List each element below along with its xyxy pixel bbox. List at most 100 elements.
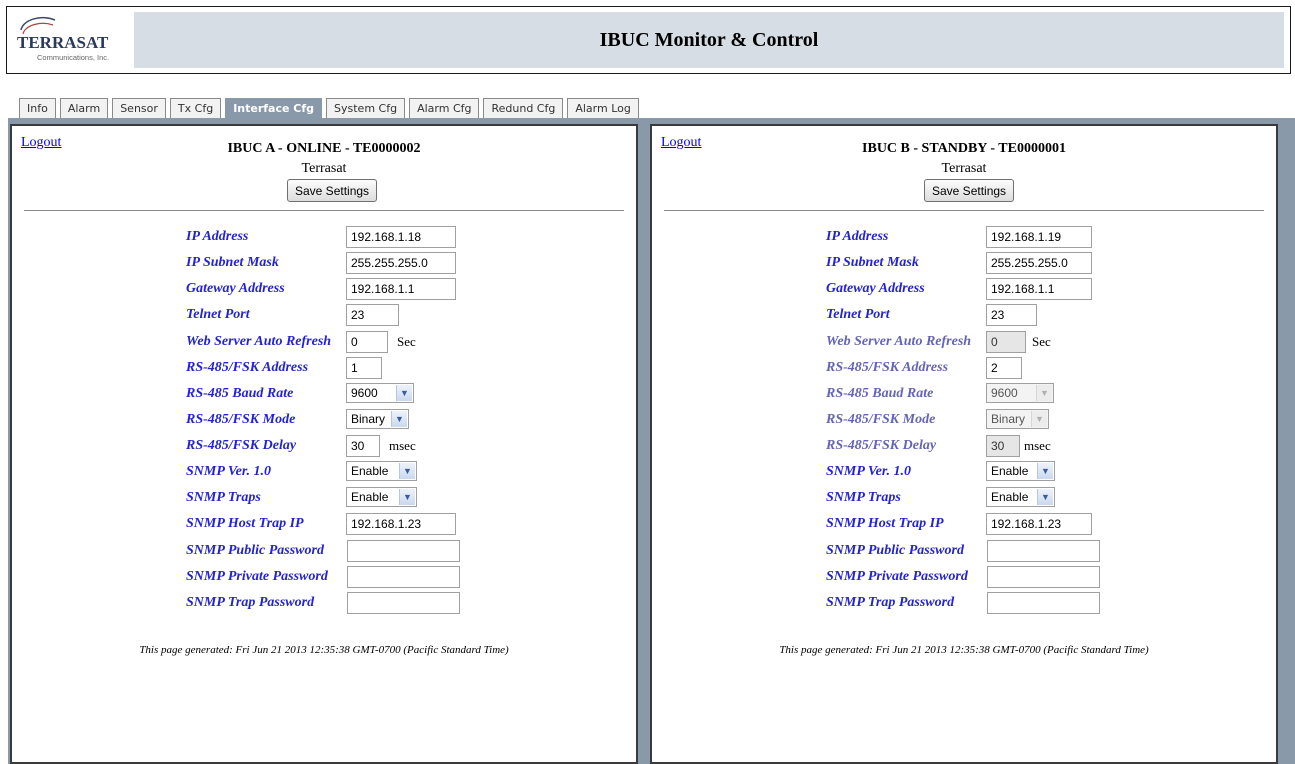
page-generated-note: This page generated: Fri Jun 21 2013 12:… bbox=[779, 644, 1149, 656]
rs485-mode-value: Binary bbox=[991, 412, 1026, 426]
tab-alarm-cfg[interactable]: Alarm Cfg bbox=[409, 98, 480, 118]
snmp-trap-password-label: SNMP Trap Password bbox=[826, 595, 955, 610]
row-subnet-mask: IP Subnet Mask 255.255.255.0 bbox=[826, 252, 1126, 276]
tab-bar: Info Alarm Sensor Tx Cfg Interface Cfg S… bbox=[19, 98, 643, 119]
rs485-baud-value: 9600 bbox=[351, 386, 378, 400]
row-snmp-trap-password: SNMP Trap Password bbox=[826, 592, 1126, 616]
gateway-field[interactable]: 192.168.1.1 bbox=[986, 278, 1092, 300]
row-snmp-ver: SNMP Ver. 1.0 Enable ▼ bbox=[826, 461, 1126, 485]
tab-interface-cfg[interactable]: Interface Cfg bbox=[225, 98, 323, 118]
tab-alarm[interactable]: Alarm bbox=[59, 98, 109, 118]
rs485-address-label: RS-485/FSK Address bbox=[186, 360, 309, 375]
rs485-address-field[interactable]: 1 bbox=[346, 357, 382, 379]
row-snmp-public: SNMP Public Password bbox=[826, 540, 1126, 564]
snmp-traps-label: SNMP Traps bbox=[186, 490, 261, 505]
row-snmp-host: SNMP Host Trap IP 192.168.1.23 bbox=[826, 513, 1126, 537]
telnet-port-label: Telnet Port bbox=[186, 307, 250, 322]
auto-refresh-field[interactable]: 0 bbox=[346, 331, 388, 353]
app-header: TERRASAT Communications, Inc. IBUC Monit… bbox=[6, 6, 1291, 74]
tab-alarm-log[interactable]: Alarm Log bbox=[567, 98, 639, 118]
row-rs485-delay: RS-485/FSK Delay 30 msec bbox=[826, 435, 1126, 459]
snmp-ver-label: SNMP Ver. 1.0 bbox=[186, 464, 272, 479]
rs485-delay-field: 30 bbox=[986, 435, 1020, 457]
telnet-port-field[interactable]: 23 bbox=[346, 304, 399, 326]
row-rs485-delay: RS-485/FSK Delay 30 msec bbox=[186, 435, 486, 459]
rs485-mode-label: RS-485/FSK Mode bbox=[826, 412, 936, 427]
row-auto-refresh: Web Server Auto Refresh 0 Sec bbox=[186, 331, 486, 355]
terrasat-logo-mark: TERRASAT Communications, Inc. bbox=[17, 16, 109, 62]
snmp-public-label: SNMP Public Password bbox=[826, 543, 964, 558]
snmp-private-field[interactable] bbox=[347, 566, 460, 588]
rs485-baud-select: 9600 ▼ bbox=[986, 383, 1054, 403]
snmp-host-field[interactable]: 192.168.1.23 bbox=[986, 513, 1092, 535]
panel-subtitle: Terrasat bbox=[301, 161, 347, 176]
chevron-down-icon: ▼ bbox=[399, 463, 415, 479]
subnet-mask-field[interactable]: 255.255.255.0 bbox=[986, 252, 1092, 274]
chevron-down-icon: ▼ bbox=[391, 411, 407, 427]
rs485-baud-label: RS-485 Baud Rate bbox=[186, 386, 294, 401]
row-rs485-mode: RS-485/FSK Mode Binary ▼ bbox=[186, 409, 486, 433]
rs485-baud-label: RS-485 Baud Rate bbox=[826, 386, 934, 401]
telnet-port-label: Telnet Port bbox=[826, 307, 890, 322]
svg-text:TERRASAT: TERRASAT bbox=[17, 33, 109, 52]
gateway-field[interactable]: 192.168.1.1 bbox=[346, 278, 456, 300]
row-gateway: Gateway Address 192.168.1.1 bbox=[186, 278, 486, 302]
page-title: IBUC Monitor & Control bbox=[599, 28, 819, 51]
row-ip-address: IP Address 192.168.1.19 bbox=[826, 226, 1126, 250]
subnet-mask-field[interactable]: 255.255.255.0 bbox=[346, 252, 456, 274]
snmp-trap-password-field[interactable] bbox=[987, 592, 1100, 614]
rs485-delay-unit: msec bbox=[389, 438, 416, 453]
rs485-mode-value: Binary bbox=[351, 412, 386, 426]
gateway-label: Gateway Address bbox=[186, 281, 285, 296]
panel-ibuc-b: Logout IBUC B - STANDBY - TE0000001 Terr… bbox=[650, 124, 1278, 764]
snmp-private-field[interactable] bbox=[987, 566, 1100, 588]
snmp-public-field[interactable] bbox=[347, 540, 460, 562]
snmp-trap-password-label: SNMP Trap Password bbox=[186, 595, 315, 610]
ip-address-field[interactable]: 192.168.1.19 bbox=[986, 226, 1092, 248]
row-gateway: Gateway Address 192.168.1.1 bbox=[826, 278, 1126, 302]
panel-title: IBUC B - STANDBY - TE0000001 bbox=[862, 141, 1066, 156]
rs485-address-field[interactable]: 2 bbox=[986, 357, 1022, 379]
snmp-ver-value: Enable bbox=[991, 464, 1029, 478]
snmp-traps-select[interactable]: Enable ▼ bbox=[346, 487, 417, 507]
ip-address-field[interactable]: 192.168.1.18 bbox=[346, 226, 456, 248]
row-snmp-trap-password: SNMP Trap Password bbox=[186, 592, 486, 616]
svg-text:Communications, Inc.: Communications, Inc. bbox=[37, 53, 109, 62]
save-settings-button[interactable]: Save Settings bbox=[287, 179, 378, 202]
snmp-ver-select[interactable]: Enable ▼ bbox=[986, 461, 1055, 481]
ip-address-label: IP Address bbox=[826, 229, 889, 244]
tab-info[interactable]: Info bbox=[19, 98, 56, 118]
snmp-traps-label: SNMP Traps bbox=[826, 490, 901, 505]
row-auto-refresh: Web Server Auto Refresh 0 Sec bbox=[826, 331, 1126, 355]
snmp-ver-label: SNMP Ver. 1.0 bbox=[826, 464, 912, 479]
chevron-down-icon: ▼ bbox=[396, 385, 412, 401]
tab-tx-cfg[interactable]: Tx Cfg bbox=[169, 98, 222, 118]
rs485-mode-label: RS-485/FSK Mode bbox=[186, 412, 296, 427]
rs485-delay-field[interactable]: 30 bbox=[346, 435, 380, 457]
tab-sensor[interactable]: Sensor bbox=[112, 98, 166, 118]
snmp-traps-select[interactable]: Enable ▼ bbox=[986, 487, 1055, 507]
row-snmp-ver: SNMP Ver. 1.0 Enable ▼ bbox=[186, 461, 486, 485]
tab-redund-cfg[interactable]: Redund Cfg bbox=[483, 98, 564, 118]
tab-system-cfg[interactable]: System Cfg bbox=[326, 98, 406, 118]
snmp-host-field[interactable]: 192.168.1.23 bbox=[346, 513, 456, 535]
subnet-mask-label: IP Subnet Mask bbox=[186, 255, 279, 270]
telnet-port-field[interactable]: 23 bbox=[986, 304, 1037, 326]
snmp-host-label: SNMP Host Trap IP bbox=[186, 516, 304, 531]
row-rs485-address: RS-485/FSK Address 1 bbox=[186, 357, 486, 381]
chevron-down-icon: ▼ bbox=[399, 489, 415, 505]
snmp-public-field[interactable] bbox=[987, 540, 1100, 562]
save-settings-button[interactable]: Save Settings bbox=[924, 179, 1015, 202]
chevron-down-icon: ▼ bbox=[1031, 411, 1047, 427]
auto-refresh-unit: Sec bbox=[1032, 334, 1051, 349]
snmp-traps-value: Enable bbox=[351, 490, 389, 504]
chevron-down-icon: ▼ bbox=[1036, 385, 1052, 401]
rs485-baud-select[interactable]: 9600 ▼ bbox=[346, 383, 414, 403]
snmp-trap-password-field[interactable] bbox=[347, 592, 460, 614]
snmp-ver-select[interactable]: Enable ▼ bbox=[346, 461, 417, 481]
rs485-mode-select[interactable]: Binary ▼ bbox=[346, 409, 409, 429]
panel-title: IBUC A - ONLINE - TE0000002 bbox=[227, 141, 421, 156]
panel-subtitle: Terrasat bbox=[941, 161, 987, 176]
snmp-private-label: SNMP Private Password bbox=[826, 569, 968, 584]
row-subnet-mask: IP Subnet Mask 255.255.255.0 bbox=[186, 252, 486, 276]
